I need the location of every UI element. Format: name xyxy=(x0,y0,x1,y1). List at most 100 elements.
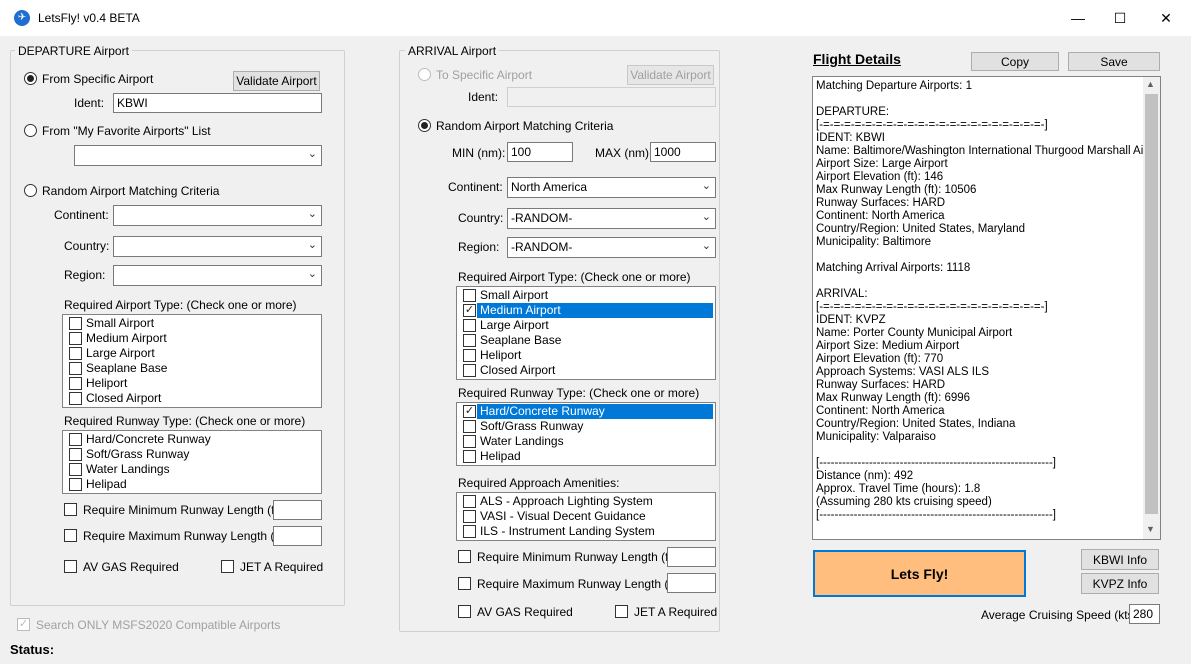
arrival-runway-type-list[interactable]: ✓ Hard/Concrete Runway Soft/Grass Runway … xyxy=(456,402,716,466)
departure-ident-input[interactable]: KBWI xyxy=(113,93,322,113)
departure-max-runway-input[interactable] xyxy=(273,526,322,546)
details-scrollbar[interactable]: ▲ ▼ xyxy=(1143,77,1160,539)
arrival-region-value: -RANDOM- xyxy=(511,240,573,254)
close-icon[interactable]: ✕ xyxy=(1143,0,1189,36)
checkbox[interactable] xyxy=(463,334,476,347)
list-item[interactable]: Water Landings xyxy=(458,434,714,449)
from-favorites-radio[interactable] xyxy=(24,124,37,137)
departure-min-runway-checkbox[interactable] xyxy=(64,503,77,516)
departure-airport-type-list[interactable]: Small Airport Medium Airport Large Airpo… xyxy=(62,314,322,408)
checkbox[interactable]: ✓ xyxy=(463,304,476,317)
kbwi-info-button[interactable]: KBWI Info xyxy=(1081,549,1159,570)
arrival-min-input[interactable]: 100 xyxy=(507,142,573,162)
list-item[interactable]: Large Airport xyxy=(64,346,320,361)
list-item[interactable]: Heliport xyxy=(64,376,320,391)
msfs-only-checkbox[interactable]: ✓ xyxy=(17,618,30,631)
arrival-jeta-checkbox[interactable] xyxy=(615,605,628,618)
scroll-thumb[interactable] xyxy=(1145,94,1158,514)
flight-details-textbox[interactable]: Matching Departure Airports: 1 DEPARTURE:… xyxy=(812,76,1161,540)
departure-region-select[interactable]: ⌄ xyxy=(113,265,322,286)
list-item[interactable]: ✓ Medium Airport xyxy=(458,303,714,318)
checkbox[interactable]: ✓ xyxy=(463,405,476,418)
checkbox[interactable] xyxy=(69,362,82,375)
checkbox[interactable] xyxy=(463,420,476,433)
checkbox[interactable] xyxy=(463,450,476,463)
list-item[interactable]: Closed Airport xyxy=(458,363,714,378)
checkbox[interactable] xyxy=(463,289,476,302)
checkbox[interactable] xyxy=(463,510,476,523)
arrival-region-select[interactable]: -RANDOM- ⌄ xyxy=(507,237,716,258)
arrival-max-runway-input[interactable] xyxy=(667,573,716,593)
list-item[interactable]: Helipad xyxy=(458,449,714,464)
list-item[interactable]: Hard/Concrete Runway xyxy=(64,432,320,447)
from-specific-airport-radio[interactable] xyxy=(24,72,37,85)
list-item[interactable]: Medium Airport xyxy=(64,331,320,346)
arrival-validate-button[interactable]: Validate Airport xyxy=(627,65,714,85)
arrival-max-runway-checkbox[interactable] xyxy=(458,577,471,590)
arrival-country-select[interactable]: -RANDOM- ⌄ xyxy=(507,208,716,229)
list-item[interactable]: ✓ Hard/Concrete Runway xyxy=(458,404,714,419)
list-item[interactable]: Seaplane Base xyxy=(458,333,714,348)
checkbox[interactable] xyxy=(463,364,476,377)
list-item[interactable]: ILS - Instrument Landing System xyxy=(458,524,714,539)
list-item[interactable]: VASI - Visual Decent Guidance xyxy=(458,509,714,524)
arrival-min-runway-checkbox[interactable] xyxy=(458,550,471,563)
departure-avgas-checkbox[interactable] xyxy=(64,560,77,573)
checkbox[interactable] xyxy=(69,347,82,360)
arrival-avgas-checkbox[interactable] xyxy=(458,605,471,618)
checkbox[interactable] xyxy=(69,448,82,461)
departure-continent-select[interactable]: ⌄ xyxy=(113,205,322,226)
checkbox[interactable] xyxy=(463,319,476,332)
departure-max-runway-checkbox[interactable] xyxy=(64,529,77,542)
cruise-speed-input[interactable]: 280 xyxy=(1129,604,1160,624)
checkbox[interactable] xyxy=(463,495,476,508)
detail-line: Max Runway Length (ft): 6996 xyxy=(816,392,971,404)
checkbox[interactable] xyxy=(69,332,82,345)
list-item[interactable]: Seaplane Base xyxy=(64,361,320,376)
list-item[interactable]: Helipad xyxy=(64,477,320,492)
detail-line: Continent: North America xyxy=(816,210,945,222)
to-specific-airport-radio[interactable] xyxy=(418,68,431,81)
departure-jeta-checkbox[interactable] xyxy=(221,560,234,573)
checkbox[interactable] xyxy=(463,349,476,362)
kvpz-info-button[interactable]: KVPZ Info xyxy=(1081,573,1159,594)
scroll-up-icon[interactable]: ▲ xyxy=(1146,79,1155,89)
checkbox[interactable] xyxy=(69,433,82,446)
list-item[interactable]: Small Airport xyxy=(64,316,320,331)
checkbox[interactable] xyxy=(69,377,82,390)
list-item[interactable]: Large Airport xyxy=(458,318,714,333)
lets-fly-button[interactable]: Lets Fly! xyxy=(813,550,1026,597)
list-item[interactable]: ALS - Approach Lighting System xyxy=(458,494,714,509)
copy-button[interactable]: Copy xyxy=(971,52,1059,71)
checkbox[interactable] xyxy=(69,478,82,491)
checkbox[interactable] xyxy=(69,317,82,330)
list-item[interactable]: Water Landings xyxy=(64,462,320,477)
favorites-select[interactable]: ⌄ xyxy=(74,145,322,166)
arrival-min-runway-input[interactable] xyxy=(667,547,716,567)
checkbox[interactable] xyxy=(463,435,476,448)
checkbox[interactable] xyxy=(69,463,82,476)
list-item[interactable]: Small Airport xyxy=(458,288,714,303)
arrival-max-input[interactable]: 1000 xyxy=(650,142,716,162)
detail-line: Municipality: Valparaiso xyxy=(816,431,936,443)
list-item[interactable]: Heliport xyxy=(458,348,714,363)
checkbox[interactable] xyxy=(463,525,476,538)
departure-country-select[interactable]: ⌄ xyxy=(113,236,322,257)
list-item[interactable]: Soft/Grass Runway xyxy=(64,447,320,462)
minimize-icon[interactable]: — xyxy=(1055,0,1101,36)
departure-validate-button[interactable]: Validate Airport xyxy=(233,71,320,91)
departure-random-radio[interactable] xyxy=(24,184,37,197)
list-item[interactable]: Soft/Grass Runway xyxy=(458,419,714,434)
maximize-icon[interactable]: ☐ xyxy=(1097,0,1143,36)
arrival-ident-input[interactable] xyxy=(507,87,716,107)
arrival-random-radio[interactable] xyxy=(418,119,431,132)
arrival-continent-select[interactable]: North America ⌄ xyxy=(507,177,716,198)
save-button[interactable]: Save xyxy=(1068,52,1160,71)
departure-runway-type-list[interactable]: Hard/Concrete Runway Soft/Grass Runway W… xyxy=(62,430,322,494)
departure-min-runway-input[interactable] xyxy=(273,500,322,520)
arrival-approach-list[interactable]: ALS - Approach Lighting System VASI - Vi… xyxy=(456,492,716,541)
list-item[interactable]: Closed Airport xyxy=(64,391,320,406)
arrival-airport-type-list[interactable]: Small Airport ✓ Medium Airport Large Airp… xyxy=(456,286,716,380)
scroll-down-icon[interactable]: ▼ xyxy=(1146,524,1155,534)
checkbox[interactable] xyxy=(69,392,82,405)
